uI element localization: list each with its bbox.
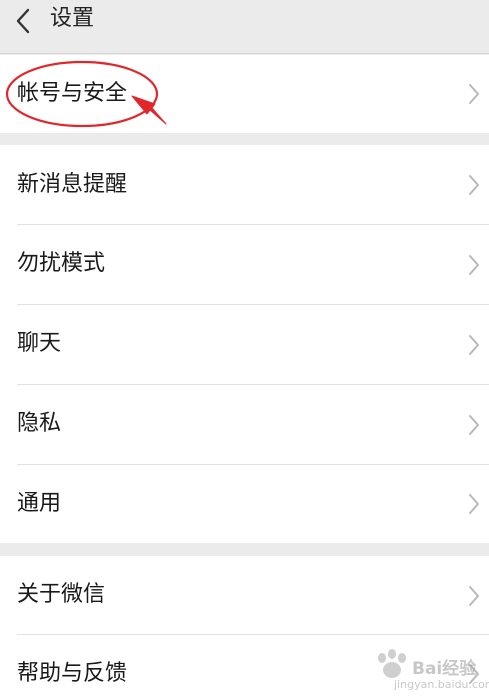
settings-item-privacy[interactable]: 隐私: [0, 385, 489, 464]
chevron-right-icon: [469, 84, 479, 104]
settings-group-general: 新消息提醒 勿扰模式 聊天 隐私 通用: [0, 145, 489, 543]
settings-item-label: 通用: [17, 491, 62, 516]
page-title: 设置: [50, 6, 95, 31]
settings-item-account-security[interactable]: 帐号与安全: [0, 55, 489, 133]
top-bar: 设置: [0, 0, 489, 54]
settings-item-general[interactable]: 通用: [0, 465, 489, 543]
watermark: Bai经验 jingyan.baidu.com: [368, 648, 489, 696]
paw-logo-icon: [378, 649, 406, 678]
chevron-right-icon: [469, 335, 479, 355]
chevron-right-icon: [469, 494, 479, 514]
settings-item-label: 隐私: [17, 411, 62, 436]
settings-item-label: 勿扰模式: [17, 251, 106, 276]
chevron-right-icon: [469, 255, 479, 275]
chevron-right-icon: [469, 415, 479, 435]
back-button[interactable]: [8, 4, 38, 38]
settings-group-account: 帐号与安全: [0, 55, 489, 133]
settings-item-do-not-disturb[interactable]: 勿扰模式: [0, 225, 489, 304]
settings-item-label: 帮助与反馈: [17, 661, 128, 686]
settings-item-chat[interactable]: 聊天: [0, 305, 489, 384]
settings-item-about-wechat[interactable]: 关于微信: [0, 556, 489, 635]
settings-item-new-message-alert[interactable]: 新消息提醒: [0, 145, 489, 224]
chevron-left-icon: [16, 8, 30, 34]
settings-item-label: 帐号与安全: [17, 81, 128, 106]
chevron-right-icon: [469, 586, 479, 606]
settings-item-label: 聊天: [17, 331, 62, 356]
settings-item-label: 新消息提醒: [17, 172, 128, 197]
watermark-subtext: jingyan.baidu.com: [394, 678, 489, 691]
chevron-right-icon: [469, 175, 479, 195]
settings-item-label: 关于微信: [17, 582, 106, 607]
watermark-text: Bai经验: [412, 659, 477, 679]
